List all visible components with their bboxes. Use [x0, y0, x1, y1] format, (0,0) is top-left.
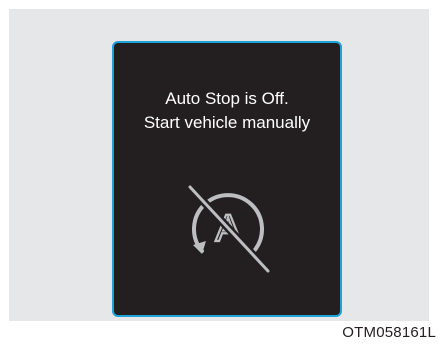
message-line-2: Start vehicle manually	[143, 113, 311, 132]
slash-line	[188, 185, 270, 273]
auto-stop-off-icon: A	[180, 179, 276, 275]
figure-code: OTM058161L	[342, 324, 436, 341]
message-line-1: Auto Stop is Off.	[165, 89, 289, 108]
auto-stop-message: Auto Stop is Off. Start vehicle manually	[114, 87, 340, 135]
cluster-display: Auto Stop is Off. Start vehicle manually…	[112, 41, 342, 317]
auto-stop-off-icon-graphic: A	[186, 183, 272, 275]
